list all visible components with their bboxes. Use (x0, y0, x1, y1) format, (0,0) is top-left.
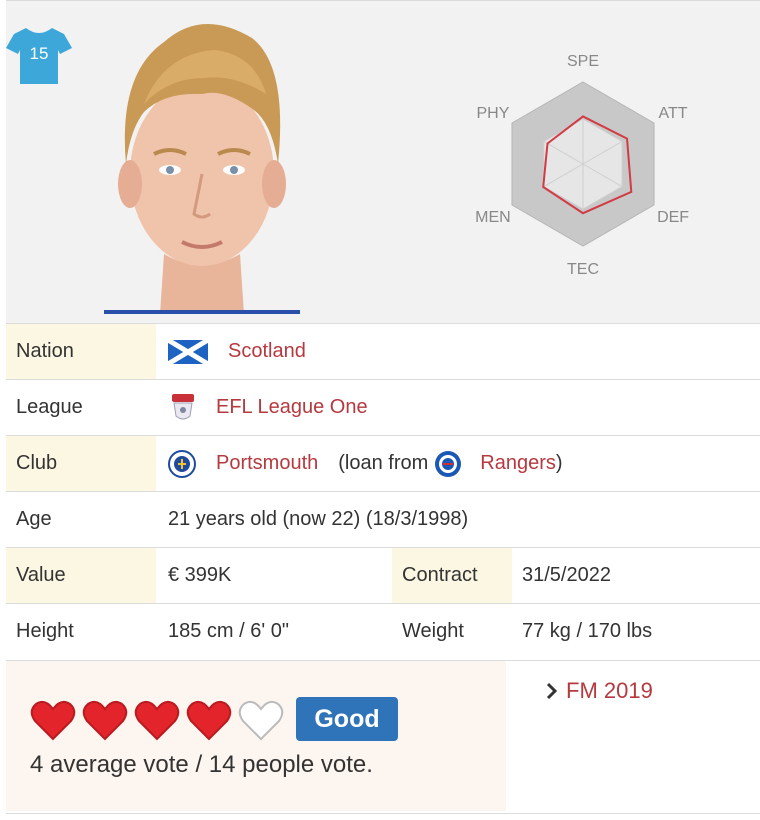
height-value: 185 cm / 6' 0" (168, 620, 289, 642)
shirt-number: 15 (29, 44, 49, 63)
rating-badge: Good (296, 697, 398, 741)
rangers-crest-icon (435, 450, 462, 477)
efl-league-one-logo (172, 393, 194, 419)
contract-label: Contract (392, 548, 512, 603)
heart-filled-icon[interactable] (30, 699, 76, 741)
radar-label-def: DEF (657, 209, 689, 226)
weight-value: 77 kg / 170 lbs (522, 620, 653, 642)
vote-panel: Good 4 average vote / 14 people vote. (6, 661, 506, 811)
rating-hearts (30, 699, 284, 741)
heart-empty-icon[interactable] (238, 699, 284, 741)
row-age: Age 21 years old (now 22) (18/3/1998) (6, 491, 760, 547)
age-value: 21 years old (now 22) (18/3/1998) (168, 508, 469, 530)
nation-link[interactable]: Scotland (228, 324, 306, 379)
radar-label-tec: TEC (567, 261, 599, 278)
row-height: Height 185 cm / 6' 0" Weight 77 kg / 170… (6, 603, 760, 659)
league-label: League (16, 396, 83, 418)
row-league: League EFL League One (6, 379, 760, 435)
vote-summary: 4 average vote / 14 people vote. (30, 751, 373, 778)
radar-label-men: MEN (475, 209, 511, 226)
loan-club-link[interactable]: Rangers (480, 436, 556, 491)
row-club: Club Portsmouth (loan from Rangers ) (6, 435, 760, 491)
league-value-cell: EFL League One (168, 380, 368, 435)
radar-label-phy: PHY (476, 105, 509, 122)
version-link[interactable]: FM 2019 (546, 678, 653, 704)
radar-label-spe: SPE (567, 54, 599, 70)
player-photo (104, 23, 300, 314)
value-label: Value (6, 548, 156, 603)
attribute-radar-chart: SPE ATT DEF TEC MEN PHY (475, 54, 689, 278)
bottom-divider (6, 813, 760, 814)
league-link[interactable]: EFL League One (216, 380, 368, 435)
value-value: € 399K (168, 564, 232, 586)
height-label: Height (16, 620, 74, 642)
nation-label: Nation (6, 324, 156, 379)
club-link[interactable]: Portsmouth (216, 436, 318, 491)
scotland-flag-icon (168, 339, 208, 364)
chevron-right-icon (546, 682, 558, 700)
row-value: Value € 399K Contract 31/5/2022 (6, 547, 760, 603)
row-nation: Nation Scotland (6, 323, 760, 379)
loan-prefix: (loan from (338, 452, 429, 474)
version-link-label[interactable]: FM 2019 (566, 678, 653, 704)
age-label: Age (16, 508, 52, 530)
loan-suffix: ) (555, 452, 563, 474)
nation-value-cell: Scotland (168, 324, 306, 379)
heart-filled-icon[interactable] (134, 699, 180, 741)
heart-filled-icon[interactable] (186, 699, 232, 741)
club-label: Club (6, 436, 156, 491)
portsmouth-crest-icon (168, 449, 196, 478)
weight-label: Weight (402, 620, 464, 642)
radar-label-att: ATT (659, 105, 688, 122)
contract-value: 31/5/2022 (522, 564, 611, 586)
club-value-cell: Portsmouth (loan from Rangers ) (168, 436, 563, 491)
heart-filled-icon[interactable] (82, 699, 128, 741)
